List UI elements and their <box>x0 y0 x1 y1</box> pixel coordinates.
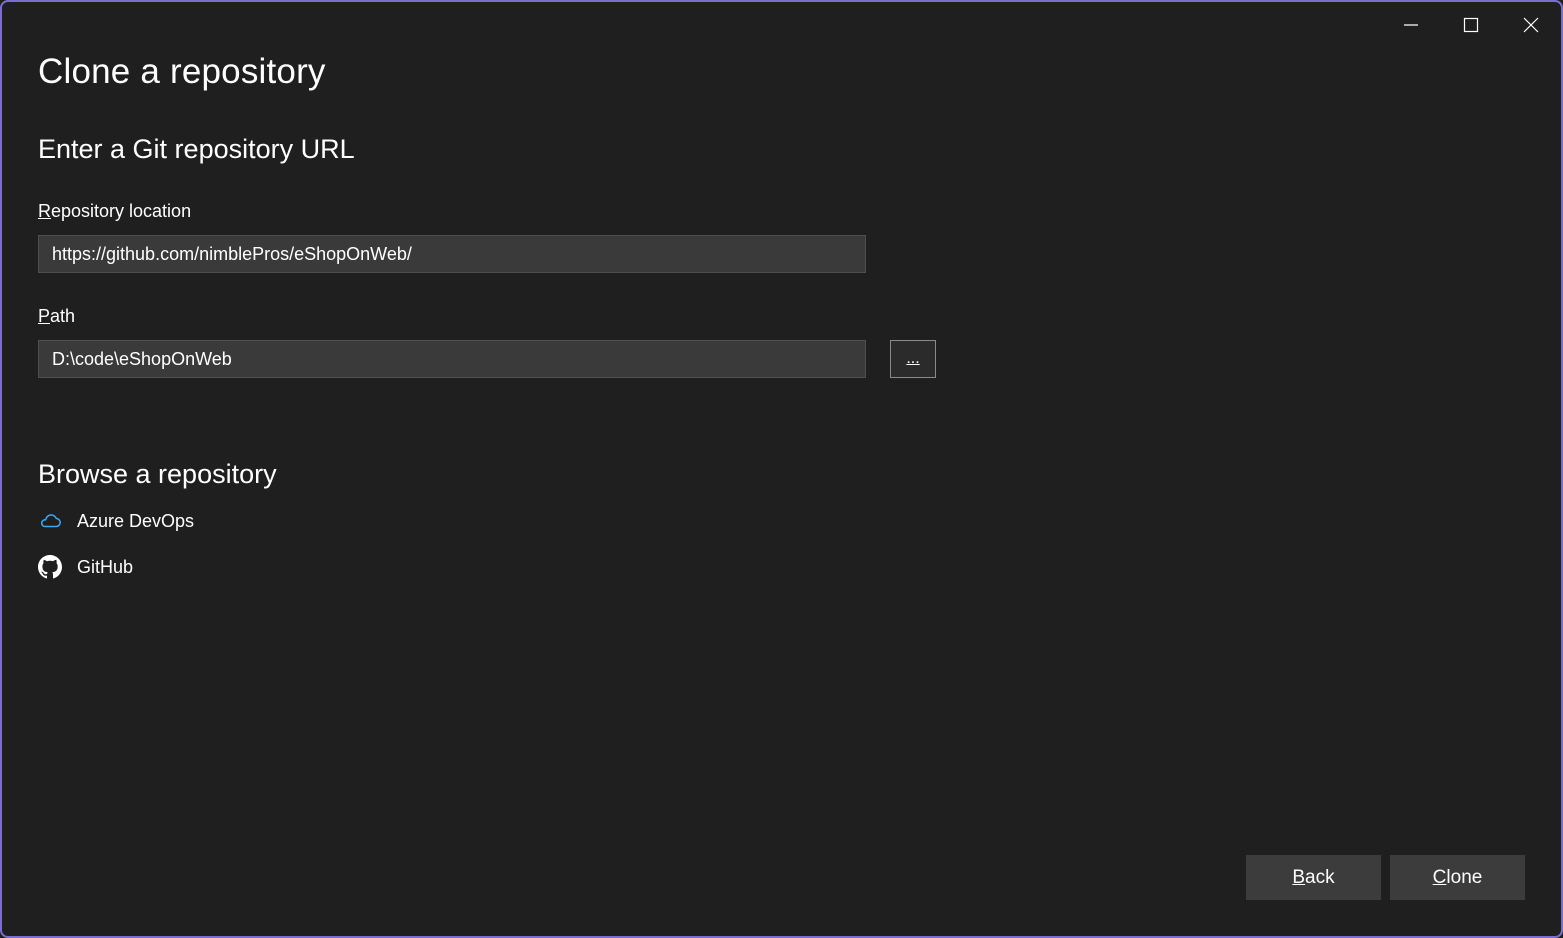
cloud-icon <box>38 509 62 533</box>
clone-button-mnemonic: C <box>1432 866 1447 888</box>
back-button[interactable]: Back <box>1246 855 1381 900</box>
clone-button[interactable]: Clone <box>1390 855 1525 900</box>
clone-repository-dialog: Clone a repository Enter a Git repositor… <box>0 0 1563 938</box>
repository-location-label-text: epository location <box>51 201 192 221</box>
provider-github-label: GitHub <box>77 556 134 577</box>
browse-section-heading: Browse a repository <box>38 459 277 489</box>
page-title: Clone a repository <box>38 52 326 91</box>
github-icon <box>38 555 62 579</box>
minimize-icon <box>1404 24 1418 26</box>
path-label: Path <box>38 306 75 327</box>
clone-button-label: lone <box>1446 866 1483 888</box>
url-section-heading: Enter a Git repository URL <box>38 134 355 164</box>
close-button[interactable] <box>1501 2 1561 48</box>
path-input[interactable] <box>38 340 866 378</box>
back-button-mnemonic: B <box>1292 866 1306 888</box>
maximize-button[interactable] <box>1441 2 1501 48</box>
window-controls <box>1381 2 1561 48</box>
maximize-icon <box>1463 17 1479 33</box>
browse-path-button[interactable]: ... <box>890 340 936 378</box>
minimize-button[interactable] <box>1381 2 1441 48</box>
back-button-label: ack <box>1305 866 1335 888</box>
provider-github[interactable]: GitHub <box>38 554 133 580</box>
repository-location-label-mnemonic: R <box>38 201 51 221</box>
repository-location-input[interactable] <box>38 235 866 273</box>
path-label-text: ath <box>50 306 76 326</box>
repository-location-label: Repository location <box>38 201 191 222</box>
close-icon <box>1523 17 1539 33</box>
provider-azure-devops-label: Azure DevOps <box>77 510 195 531</box>
provider-azure-devops[interactable]: Azure DevOps <box>38 508 194 534</box>
path-label-mnemonic: P <box>38 306 51 326</box>
